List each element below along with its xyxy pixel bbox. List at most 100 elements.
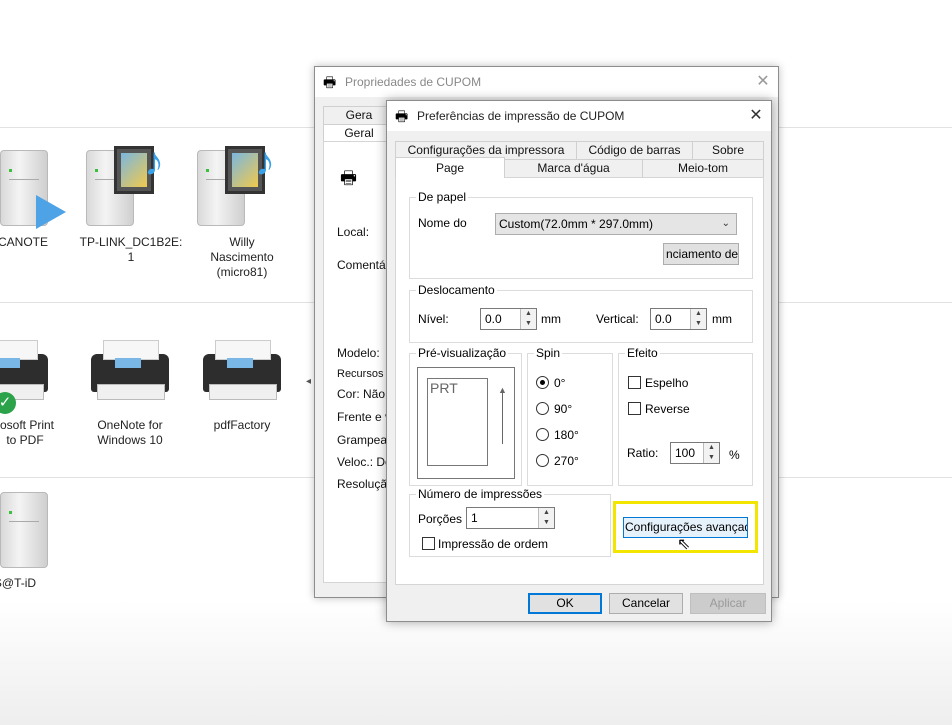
- offset-group: Deslocamento Nível: 0.0 ▲ ▼ mm Vertical: …: [409, 283, 753, 343]
- radio-270[interactable]: [536, 454, 549, 467]
- device-label: pdfFactory: [213, 418, 271, 432]
- spin-group-title: Spin: [534, 346, 563, 360]
- arrow-up-icon: ▲: [498, 385, 507, 395]
- paper-size-select[interactable]: Custom(72.0mm * 297.0mm) ⌄: [495, 213, 737, 235]
- radio-270-label: 270°: [554, 454, 579, 468]
- radio-180-label: 180°: [554, 428, 579, 442]
- window-title: Propriedades de CUPOM: [345, 75, 482, 89]
- tab-page[interactable]: Page: [395, 157, 505, 178]
- device-microsoft-print-to-pdf[interactable]: ✓ rosoft Print to PDF: [0, 326, 80, 448]
- preview-text: PRT: [430, 380, 458, 396]
- printer-icon: 🖶: [395, 108, 409, 124]
- duplex-label: Frente e v: [337, 410, 392, 424]
- paper-group: De papel Nome do Custom(72.0mm * 297.0mm…: [409, 190, 753, 279]
- portions-spinner[interactable]: 1 ▲ ▼: [466, 507, 555, 529]
- paper-group-title: De papel: [416, 190, 469, 204]
- apply-button[interactable]: Aplicar: [690, 593, 766, 614]
- radio-0[interactable]: [536, 376, 549, 389]
- vertical-spinner[interactable]: 0.0 ▲ ▼: [650, 308, 707, 330]
- device-label: S@T-iD: [0, 576, 37, 590]
- device-label: TP-LINK_DC1B2E: 1: [79, 235, 183, 264]
- close-icon[interactable]: ✕: [748, 67, 778, 97]
- radio-180[interactable]: [536, 428, 549, 441]
- ratio-label: Ratio:: [627, 446, 659, 460]
- paper-name-label: Nome do: [418, 216, 467, 230]
- resolution-label: Resoluçã: [337, 477, 388, 491]
- printer-icon: [75, 326, 185, 418]
- spin-down-icon[interactable]: ▼: [521, 319, 536, 329]
- copies-group: Número de impressões Porções 1 ▲ ▼ Impres…: [409, 487, 611, 557]
- reverse-label: Reverse: [645, 402, 690, 416]
- comment-label: Comentá: [337, 258, 386, 272]
- mirror-label: Espelho: [645, 376, 689, 390]
- device-onenote[interactable]: OneNote for Windows 10: [75, 326, 185, 448]
- printing-preferences-dialog: 🖶 Preferências de impressão de CUPOM ✕ C…: [386, 100, 772, 622]
- radio-90[interactable]: [536, 402, 549, 415]
- default-check-icon: ✓: [0, 392, 16, 414]
- effect-group: Efeito Espelho Reverse Ratio: 100 ▲ ▼ %: [618, 346, 753, 486]
- copies-group-title: Número de impressões: [416, 487, 545, 501]
- cancel-button[interactable]: Cancelar: [609, 593, 683, 614]
- tab-geral[interactable]: Geral: [323, 124, 395, 142]
- radio-0-label: 0°: [554, 376, 566, 390]
- mouse-cursor-icon: ⇖: [677, 536, 691, 553]
- reverse-checkbox[interactable]: [628, 402, 641, 415]
- media-device-icon: ♪: [76, 140, 186, 235]
- device-tp-link[interactable]: ♪ TP-LINK_DC1B2E: 1: [76, 140, 186, 265]
- titlebar: 🖶 Preferências de impressão de CUPOM ✕: [387, 101, 771, 131]
- paper-manage-button[interactable]: nciamento de p: [663, 243, 739, 265]
- device-pdffactory[interactable]: pdfFactory: [187, 326, 297, 433]
- tab-about[interactable]: Sobre: [692, 141, 764, 159]
- ratio-value: 100: [675, 446, 696, 460]
- level-value: 0.0: [485, 312, 502, 326]
- device-canote[interactable]: CANOTE: [0, 140, 78, 250]
- level-label: Nível:: [418, 312, 449, 326]
- direction-arrow-icon: [502, 392, 503, 444]
- printer-icon: 🖶: [323, 74, 337, 90]
- local-label: Local:: [337, 225, 370, 239]
- offset-group-title: Deslocamento: [416, 283, 497, 297]
- collapse-arrow-icon: ◂: [306, 376, 312, 387]
- level-unit: mm: [541, 312, 561, 326]
- device-sat-id[interactable]: S@T-iD: [0, 486, 70, 591]
- tab-geral-back[interactable]: Gera: [323, 106, 395, 124]
- device-label: Willy Nascimento (micro81): [210, 235, 274, 279]
- device-willy[interactable]: ♪ Willy Nascimento (micro81): [187, 140, 297, 280]
- collate-checkbox[interactable]: [422, 537, 435, 550]
- close-icon[interactable]: ✕: [741, 101, 771, 131]
- model-label: Modelo:: [337, 346, 380, 360]
- ok-button[interactable]: OK: [528, 593, 602, 614]
- printer-icon: ✓: [0, 326, 80, 418]
- portions-value: 1: [471, 511, 478, 525]
- printer-icon: 🖶: [340, 168, 357, 188]
- tab-halftone[interactable]: Meio-tom: [642, 159, 764, 177]
- ratio-spinner[interactable]: 100 ▲ ▼: [670, 442, 720, 464]
- radio-90-label: 90°: [554, 402, 573, 416]
- tab-watermark[interactable]: Marca d'água: [504, 159, 643, 177]
- network-printer-icon: [0, 140, 78, 235]
- features-label: Recursos: [337, 368, 384, 380]
- preview-group: Pré-visualização PRT ▲: [409, 346, 522, 486]
- device-tower-icon: [0, 486, 70, 576]
- portions-label: Porções: [418, 512, 463, 526]
- level-spinner[interactable]: 0.0 ▲ ▼: [480, 308, 537, 330]
- preview-group-title: Pré-visualização: [416, 346, 509, 360]
- effect-group-title: Efeito: [625, 346, 660, 360]
- preview-page: PRT: [427, 378, 488, 466]
- printer-icon: [187, 326, 297, 418]
- device-label: OneNote for Windows 10: [97, 418, 163, 447]
- vertical-label: Vertical:: [596, 312, 639, 326]
- spin-down-icon[interactable]: ▼: [704, 453, 719, 463]
- spin-down-icon[interactable]: ▼: [691, 319, 706, 329]
- mirror-checkbox[interactable]: [628, 376, 641, 389]
- titlebar: 🖶 Propriedades de CUPOM ✕: [315, 67, 778, 97]
- speed-label: Veloc.: De: [337, 455, 392, 469]
- vertical-unit: mm: [712, 312, 732, 326]
- chevron-down-icon: ⌄: [721, 218, 730, 229]
- spin-group: Spin 0° 90° 180° 270°: [527, 346, 613, 486]
- device-label: rosoft Print to PDF: [0, 418, 55, 447]
- dialog-title: Preferências de impressão de CUPOM: [417, 109, 625, 123]
- tab-barcode[interactable]: Código de barras: [576, 141, 693, 159]
- spin-down-icon[interactable]: ▼: [539, 518, 554, 528]
- preview-frame: PRT ▲: [417, 367, 515, 479]
